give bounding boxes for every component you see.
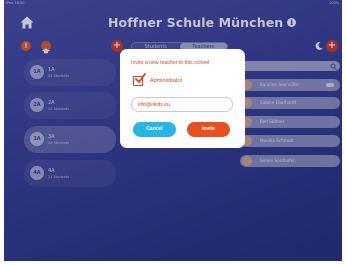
email-input[interactable] xyxy=(131,97,233,112)
administrator-label: Administrator xyxy=(150,78,183,84)
dialog-title: Invite a new teacher to this school xyxy=(131,60,210,66)
invite-teacher-dialog: Invite a new teacher to this school Admi… xyxy=(120,49,245,148)
checkmark-icon xyxy=(135,73,146,83)
administrator-checkbox[interactable] xyxy=(133,73,146,86)
app-screen: iPad 16:00 100% Hoffner Schule München i… xyxy=(4,0,342,261)
cancel-button[interactable]: Cancel xyxy=(133,122,176,137)
invite-button[interactable]: Invite xyxy=(187,122,230,137)
